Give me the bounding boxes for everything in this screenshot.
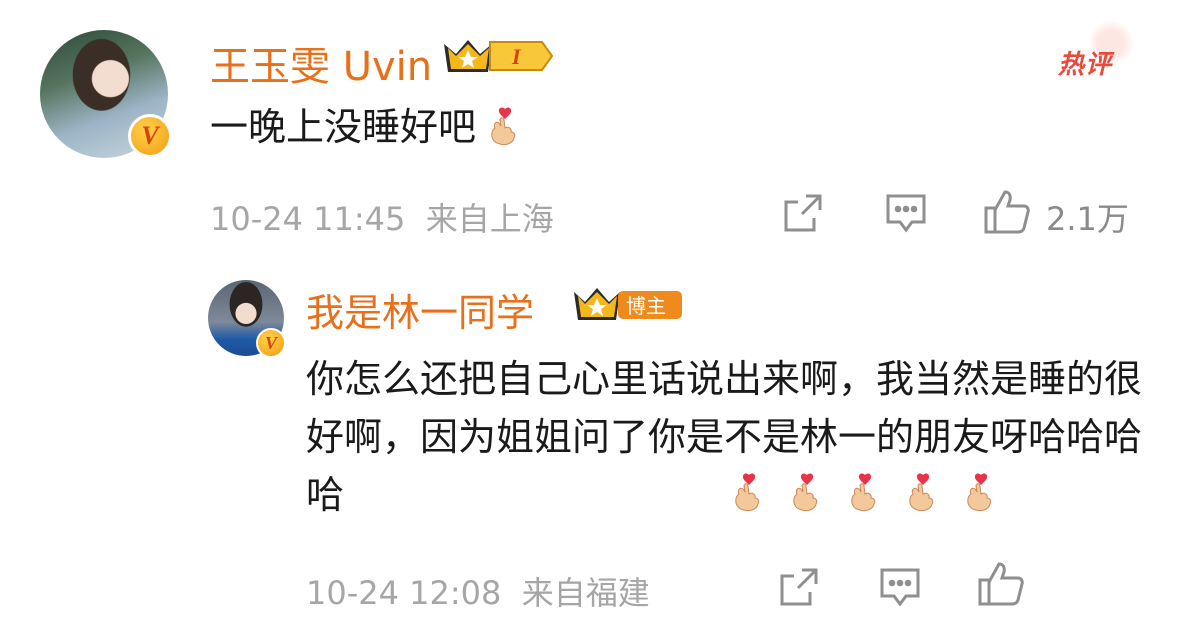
reply-comment-text: 你怎么还把自己心里话说出来啊，我当然是睡的很好啊，因为姐姐问了你是不是林一的朋友…	[306, 357, 1143, 517]
main-comment-meta: 10-24 11:45 来自上海	[210, 194, 554, 240]
share-icon[interactable]	[776, 564, 822, 610]
reply-meta: 10-24 12:08 来自福建	[306, 568, 650, 614]
main-comment-text: 一晚上没睡好吧	[210, 98, 520, 156]
finger-heart-emoji-icon	[846, 472, 880, 512]
main-comment-body: 一晚上没睡好吧	[210, 105, 477, 149]
member-crown-badge-icon[interactable]: I	[440, 36, 556, 76]
main-comment-time: 10-24 11:45	[210, 200, 406, 238]
username-reply[interactable]: 我是林一同学	[306, 282, 534, 337]
comment-icon[interactable]	[876, 564, 924, 610]
reply-time: 10-24 12:08	[306, 574, 502, 612]
level-badge-text: I	[511, 44, 522, 69]
hot-comment-tag: 热评	[1058, 50, 1113, 80]
finger-heart-emoji-icon	[904, 472, 938, 512]
finger-heart-emoji-icon	[962, 472, 996, 512]
comment-icon[interactable]	[882, 190, 930, 236]
share-icon[interactable]	[780, 190, 826, 236]
finger-heart-emoji-icon	[486, 104, 520, 146]
blogger-crown-badge-icon[interactable]: 博主	[572, 284, 684, 324]
finger-heart-emoji-icon	[788, 472, 822, 512]
like-icon[interactable]	[982, 188, 1032, 236]
verified-badge-icon: V	[256, 328, 286, 358]
verified-badge-icon: V	[128, 114, 172, 158]
blogger-badge-label: 博主	[626, 294, 666, 318]
reply-location: 来自福建	[521, 574, 650, 612]
finger-heart-emoji-icon	[730, 472, 764, 512]
username-main[interactable]: 王玉雯 Uvin	[210, 34, 432, 92]
like-icon[interactable]	[976, 560, 1026, 608]
main-like-count: 2.1万	[1046, 200, 1129, 238]
main-comment-location: 来自上海	[425, 200, 554, 238]
reply-emoji-row	[730, 472, 996, 512]
